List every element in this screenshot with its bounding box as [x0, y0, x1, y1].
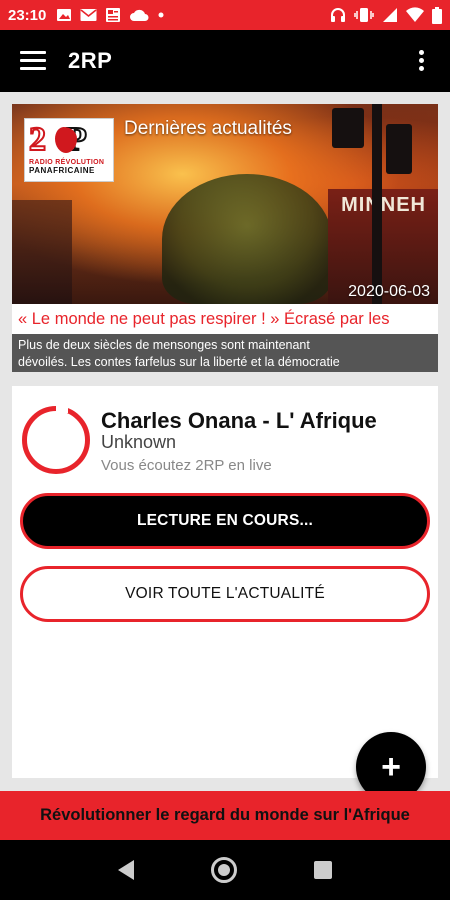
player-status: Vous écoutez 2RP en live: [101, 457, 272, 474]
recent-apps-icon[interactable]: [313, 861, 332, 879]
battery-icon: [432, 6, 442, 24]
news-icon: [106, 8, 121, 22]
now-playing-button[interactable]: LECTURE EN COURS...: [20, 493, 430, 549]
cloud-icon: [130, 9, 149, 21]
app-title: 2RP: [68, 48, 113, 73]
overflow-menu-icon[interactable]: [418, 50, 424, 72]
news-card[interactable]: MINNEH 2P RADIO RÉVOLUTION PANAFRICAINE …: [12, 104, 438, 372]
news-headline[interactable]: « Le monde ne peut pas respirer ! » Écra…: [12, 304, 438, 334]
system-icons: [330, 6, 442, 24]
loading-ring-icon: [22, 406, 90, 474]
home-icon[interactable]: [210, 857, 237, 883]
news-date: 2020-06-03: [348, 283, 430, 300]
track-title: Charles Onana - L' Afrique: [101, 408, 377, 433]
view-all-news-button[interactable]: VOIR TOUTE L'ACTUALITÉ: [20, 566, 430, 622]
plus-icon: +: [381, 748, 401, 786]
headset-icon: [331, 8, 345, 22]
app-bar: 2RP: [0, 30, 450, 92]
image-icon: [57, 9, 72, 21]
mail-icon: [80, 9, 97, 21]
status-time: 23:10: [8, 6, 47, 24]
slogan-banner: Révolutionner le regard du monde sur l'A…: [0, 791, 450, 840]
back-icon[interactable]: [118, 860, 135, 880]
status-bar: 23:10: [0, 0, 450, 30]
system-nav-bar: [0, 840, 450, 900]
news-section-title: Dernières actualités: [124, 118, 292, 139]
track-artist: Unknown: [101, 432, 177, 452]
radio-logo: 2P RADIO RÉVOLUTION PANAFRICAINE: [24, 118, 114, 182]
player-card: Charles Onana - L' Afrique Unknown Vous …: [12, 386, 438, 778]
dot-icon: [158, 12, 164, 18]
signal-icon: [383, 8, 397, 22]
vibrate-icon: [354, 8, 374, 22]
wifi-icon: [406, 7, 424, 23]
notification-icons: [56, 7, 165, 23]
image-sign-text: MINNEH: [341, 194, 426, 216]
menu-icon[interactable]: [20, 51, 46, 71]
news-description: Plus de deux siècles de mensonges sont m…: [12, 334, 438, 372]
